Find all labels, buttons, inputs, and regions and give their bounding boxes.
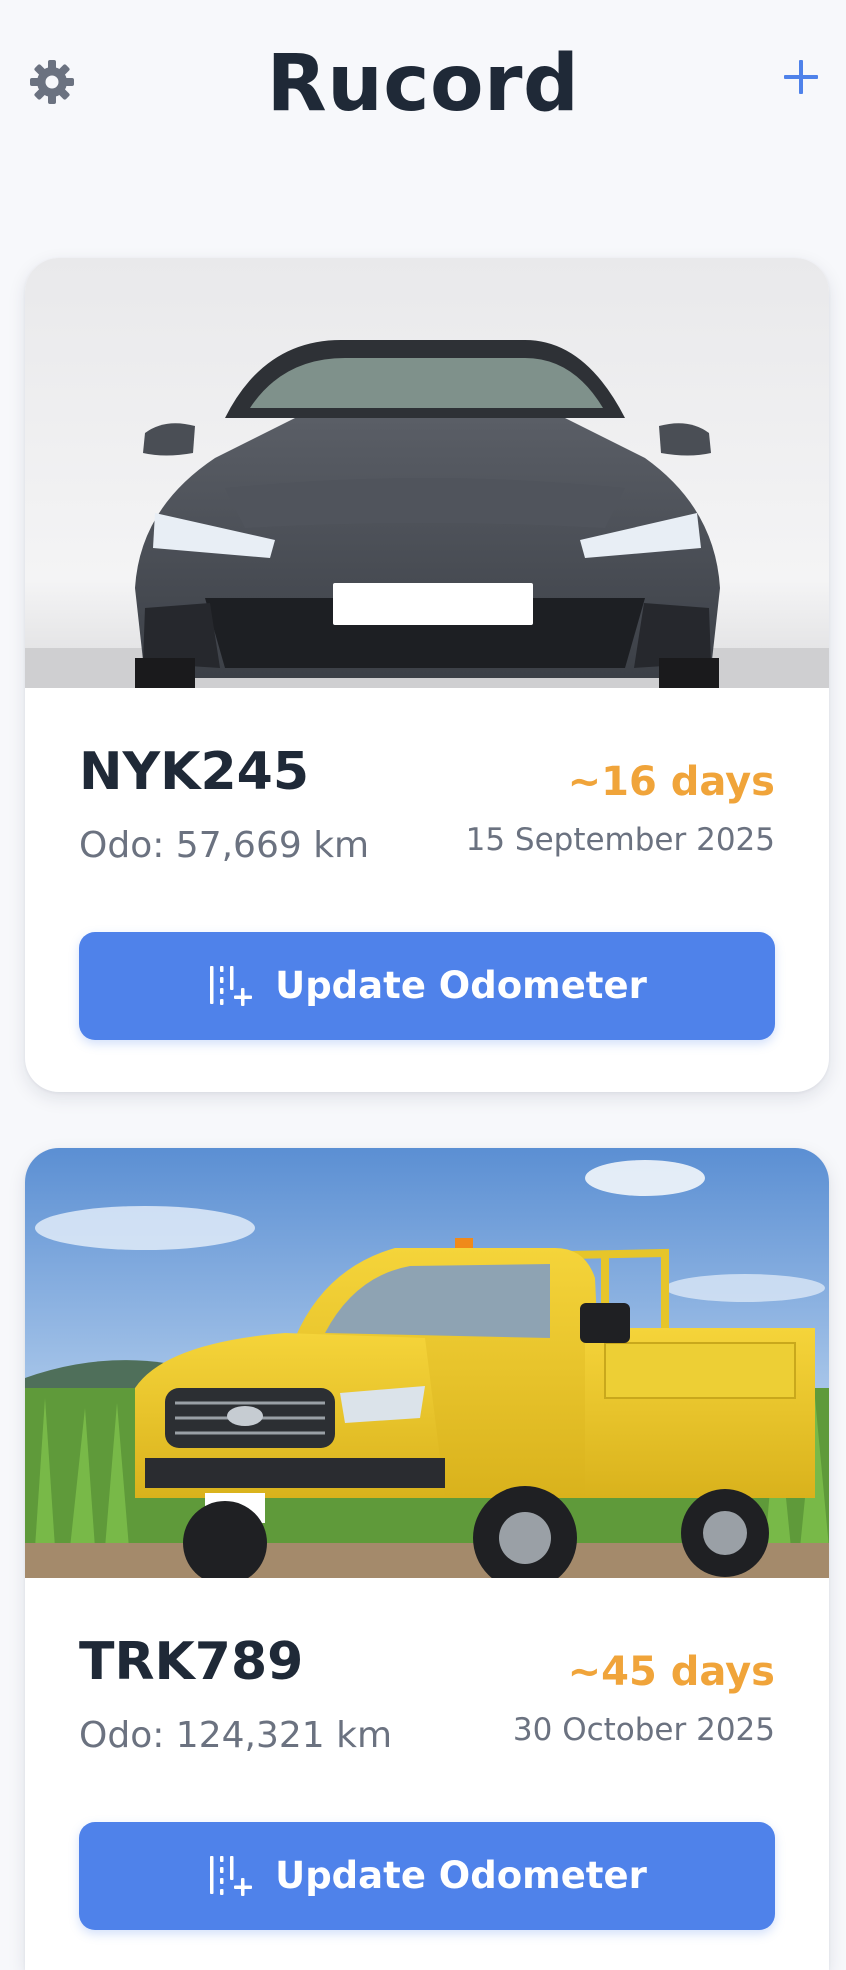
- odometer-update-icon: [210, 966, 253, 1006]
- service-due-date: 15 September 2025: [465, 822, 775, 858]
- service-due-countdown: ~16 days: [567, 759, 775, 805]
- update-odometer-label: Update Odometer: [275, 1854, 647, 1897]
- service-due-date: 30 October 2025: [512, 1712, 775, 1748]
- vehicle-plate: NYK245: [79, 742, 310, 802]
- vehicle-photo-sedan: [25, 258, 829, 688]
- top-bar: Rucord: [0, 0, 846, 170]
- vehicle-photo-truck: [25, 1148, 829, 1578]
- app-title: Rucord: [266, 39, 580, 129]
- odometer-reading: Odo: 124,321 km: [79, 1715, 393, 1756]
- service-due-countdown: ~45 days: [567, 1649, 775, 1695]
- vehicle-card[interactable]: NYK245 Odo: 57,669 km ~16 days 15 Septem…: [25, 258, 829, 1092]
- update-odometer-button[interactable]: Update Odometer: [79, 932, 775, 1040]
- vehicle-card[interactable]: TRK789 Odo: 124,321 km ~45 days 30 Octob…: [25, 1148, 829, 1970]
- odometer-reading: Odo: 57,669 km: [79, 825, 370, 866]
- update-odometer-button[interactable]: Update Odometer: [79, 1822, 775, 1930]
- update-odometer-label: Update Odometer: [275, 964, 647, 1007]
- plus-icon[interactable]: [780, 56, 822, 98]
- vehicle-plate: TRK789: [79, 1632, 304, 1692]
- odometer-update-icon: [210, 1856, 253, 1896]
